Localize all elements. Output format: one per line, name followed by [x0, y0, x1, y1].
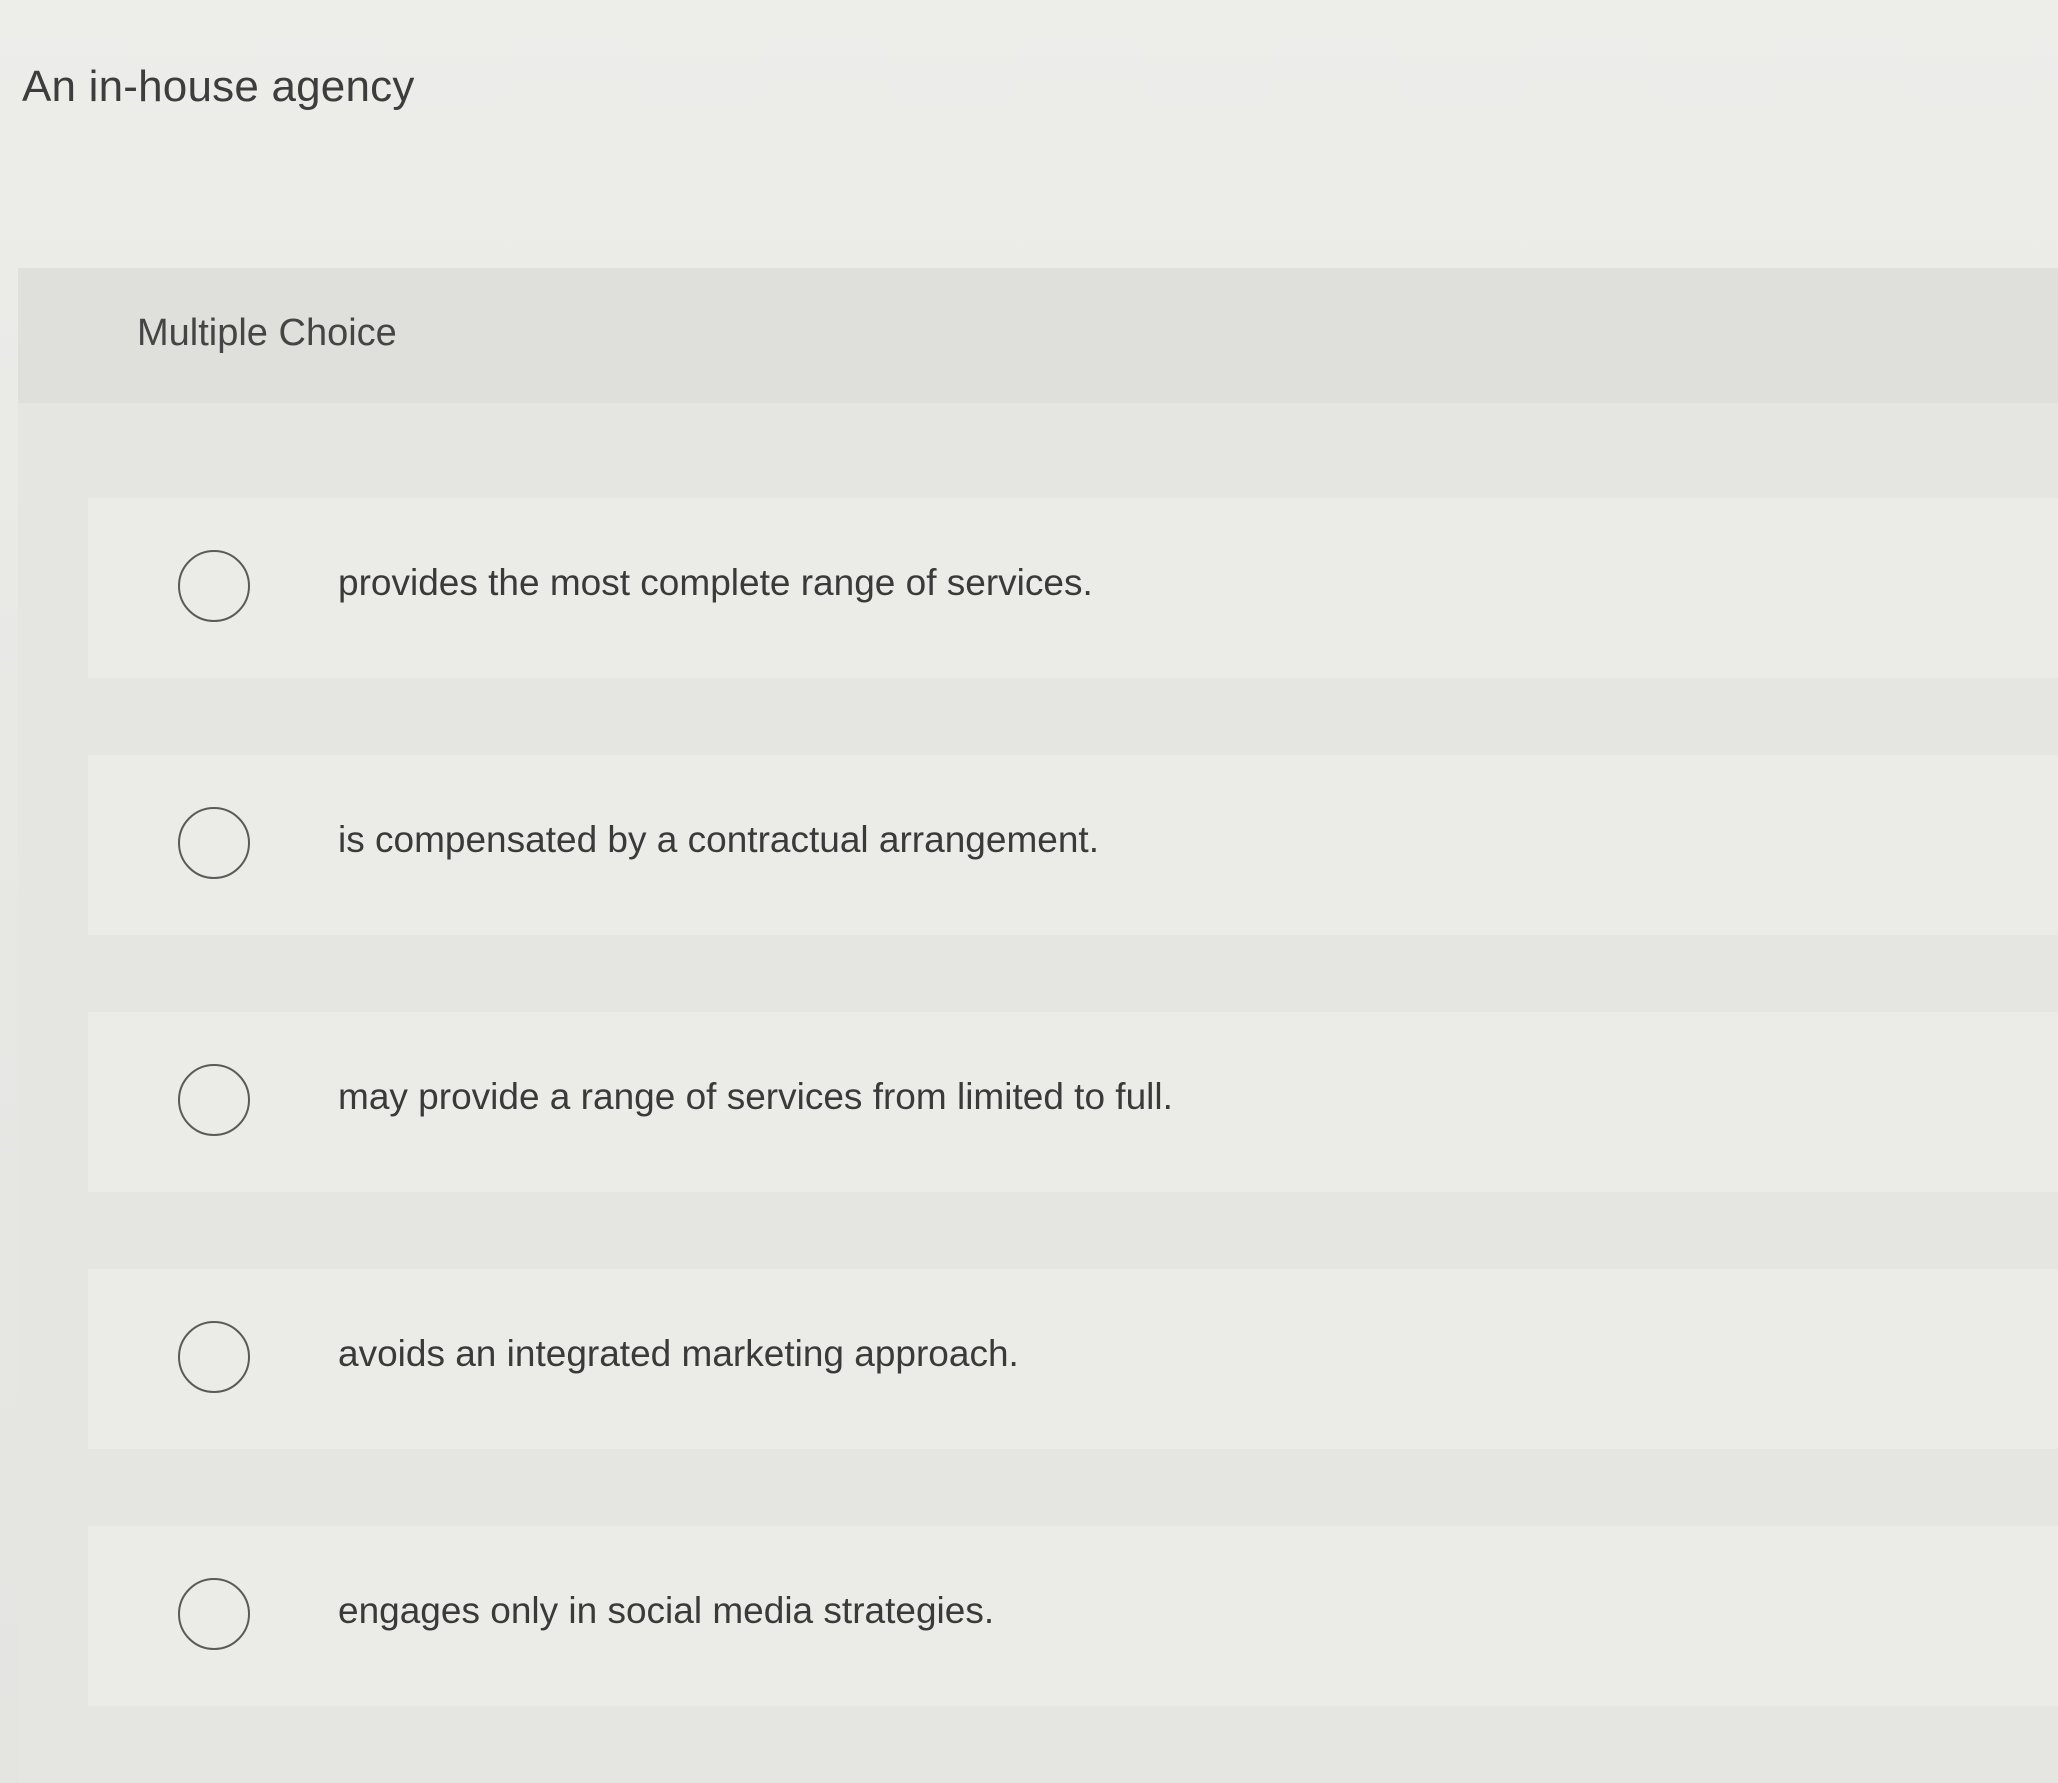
option-label: is compensated by a contractual arrangem…	[338, 819, 1099, 860]
radio-button-icon[interactable]	[178, 550, 250, 622]
option-1[interactable]: provides the most complete range of serv…	[88, 498, 2058, 678]
radio-button-icon[interactable]	[178, 1064, 250, 1136]
option-3[interactable]: may provide a range of services from lim…	[88, 1012, 2058, 1192]
option-5[interactable]: engages only in social media strategies.	[88, 1526, 2058, 1706]
option-label: may provide a range of services from lim…	[338, 1076, 1173, 1117]
option-label: avoids an integrated marketing approach.	[338, 1333, 1019, 1374]
option-2[interactable]: is compensated by a contractual arrangem…	[88, 755, 2058, 935]
answer-panel: Multiple Choice provides the most comple…	[18, 268, 2058, 1783]
radio-button-icon[interactable]	[178, 807, 250, 879]
option-4[interactable]: avoids an integrated marketing approach.	[88, 1269, 2058, 1449]
question-type-label: Multiple Choice	[137, 312, 397, 354]
panel-header: Multiple Choice	[18, 268, 2058, 403]
option-label: provides the most complete range of serv…	[338, 562, 1093, 603]
radio-button-icon[interactable]	[178, 1321, 250, 1393]
option-label: engages only in social media strategies.	[338, 1590, 995, 1631]
radio-button-icon[interactable]	[178, 1578, 250, 1650]
question-text: An in-house agency	[22, 62, 415, 111]
